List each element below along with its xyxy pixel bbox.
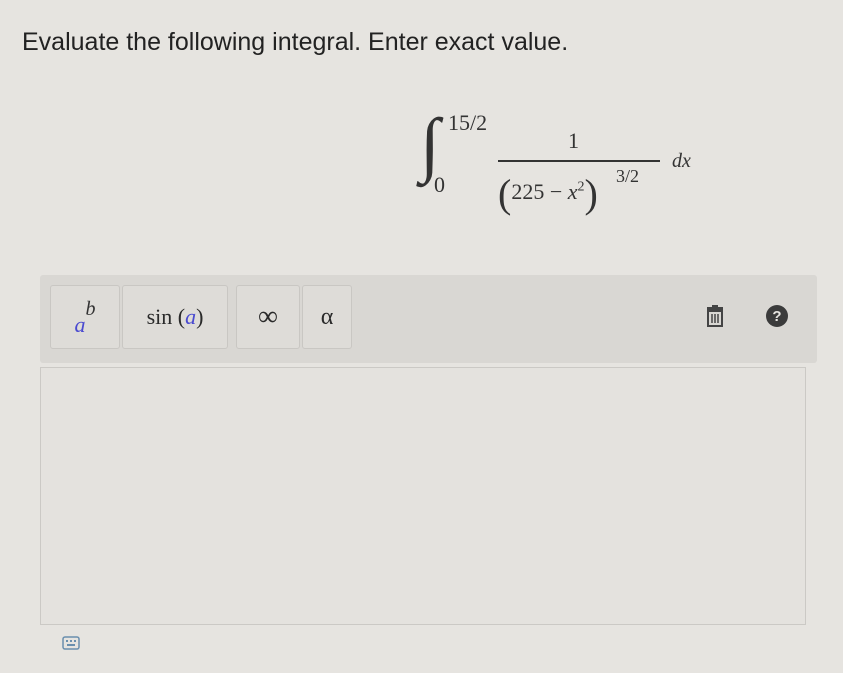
- denominator-constant: 225: [511, 179, 545, 204]
- alpha-label: α: [320, 303, 334, 330]
- question-prompt: Evaluate the following integral. Enter e…: [22, 28, 569, 56]
- differential: dx: [672, 150, 691, 172]
- fraction-bar: [498, 160, 660, 162]
- denominator: (225 − x2): [498, 170, 598, 217]
- trash-icon: [707, 305, 723, 327]
- denominator-variable: x: [567, 179, 578, 204]
- power-base: a: [74, 312, 86, 337]
- integral-expression: ∫ 15/2 0 1 (225 − x2) 3/2 dx: [420, 108, 710, 228]
- alpha-button[interactable]: α: [302, 285, 352, 349]
- clear-button[interactable]: [700, 301, 730, 331]
- answer-input[interactable]: [40, 367, 806, 625]
- upper-limit: 15/2: [448, 110, 488, 135]
- power-exponent: b: [85, 297, 96, 320]
- infinity-button[interactable]: ∞: [236, 285, 300, 349]
- integral-sign: ∫: [420, 104, 440, 184]
- infinity-label: ∞: [258, 301, 278, 332]
- math-toolbar: ab sin (a) ∞ α ?: [40, 275, 817, 363]
- help-icon: ?: [766, 305, 788, 327]
- sin-func: sin: [146, 304, 173, 329]
- left-paren: (: [498, 171, 512, 216]
- help-button[interactable]: ?: [762, 301, 792, 331]
- lower-limit: 0: [434, 172, 445, 197]
- sin-arg: a: [185, 304, 197, 329]
- power-button[interactable]: ab: [50, 285, 120, 349]
- variable-exponent: 2: [577, 179, 585, 195]
- sin-button[interactable]: sin (a): [122, 285, 228, 349]
- numerator: 1: [568, 128, 579, 153]
- outer-exponent: 3/2: [616, 166, 640, 186]
- keyboard-icon: [62, 636, 80, 650]
- keyboard-button[interactable]: [62, 634, 82, 659]
- minus-sign: −: [549, 179, 563, 204]
- right-paren: ): [584, 171, 598, 216]
